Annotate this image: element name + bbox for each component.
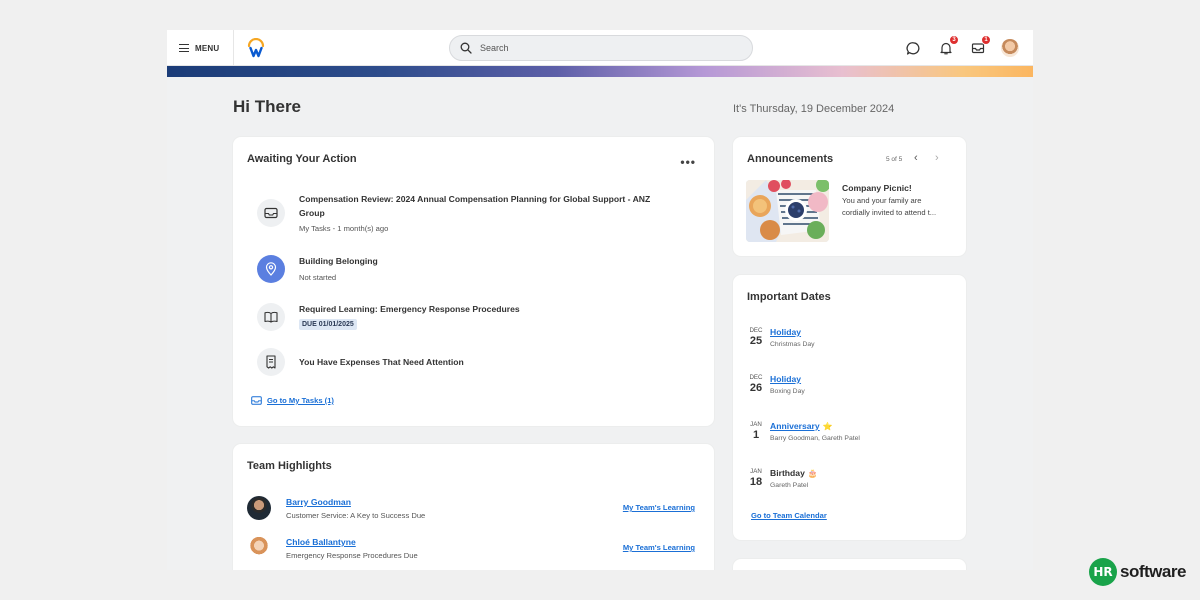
next-card-partial bbox=[733, 559, 966, 570]
page-greeting: Hi There bbox=[233, 97, 302, 116]
awaiting-action-card: Awaiting Your Action ••• Compensation Re… bbox=[233, 137, 714, 426]
chat-button[interactable] bbox=[905, 40, 921, 56]
team-member-subtitle: Emergency Response Procedures Due bbox=[286, 551, 418, 560]
announcement-text: You and your family are cordially invite… bbox=[842, 196, 937, 217]
chat-bubble-icon bbox=[905, 41, 919, 55]
team-member-name-link[interactable]: Chloé Ballantyne bbox=[286, 537, 356, 547]
date-event-link[interactable]: Holiday bbox=[770, 327, 801, 337]
team-member-name-link[interactable]: Barry Goodman bbox=[286, 497, 351, 507]
chevron-left-icon[interactable]: ‹ bbox=[914, 152, 918, 164]
task-subtitle: Not started bbox=[299, 273, 337, 282]
date-month: DEC bbox=[749, 374, 763, 381]
team-member-subtitle: Customer Service: A Key to Success Due bbox=[286, 511, 426, 520]
due-date-badge: DUE 01/01/2025 bbox=[299, 319, 357, 330]
date-event-link[interactable]: Anniversary bbox=[770, 421, 820, 431]
date-event-link[interactable]: Holiday bbox=[770, 374, 801, 384]
go-to-my-tasks-link[interactable]: Go to My Tasks (1) bbox=[251, 396, 334, 405]
hr-software-logo: HR software bbox=[1089, 558, 1186, 586]
search-input[interactable] bbox=[480, 43, 720, 53]
hamburger-icon bbox=[179, 44, 189, 52]
date-event-title: Anniversary ⭐ bbox=[770, 421, 833, 431]
hr-logo-mark: HR bbox=[1089, 558, 1117, 586]
date-day: 1 bbox=[752, 429, 760, 441]
task-title: Building Belonging bbox=[299, 256, 378, 266]
date-day: 18 bbox=[749, 476, 763, 488]
chevron-right-icon[interactable]: › bbox=[935, 152, 939, 164]
announcement-title[interactable]: Company Picnic! bbox=[842, 183, 912, 193]
date-month: JAN bbox=[750, 421, 762, 428]
inbox-button[interactable]: 1 bbox=[970, 35, 991, 56]
task-title: Compensation Review: 2024 Annual Compens… bbox=[299, 194, 651, 218]
menu-label: MENU bbox=[195, 43, 220, 53]
team-highlights-card: Team Highlights Barry Goodman Customer S… bbox=[233, 444, 714, 570]
location-pin-icon bbox=[257, 255, 285, 283]
date-day: 25 bbox=[749, 335, 763, 347]
date-event-subtitle: Gareth Patel bbox=[770, 482, 809, 489]
task-title: You Have Expenses That Need Attention bbox=[299, 357, 464, 367]
task-title: Required Learning: Emergency Response Pr… bbox=[299, 304, 520, 314]
inbox-tray-icon bbox=[251, 396, 262, 405]
date-day: 26 bbox=[749, 382, 763, 394]
receipt-icon bbox=[257, 348, 285, 376]
date-event-subtitle: Christmas Day bbox=[770, 341, 815, 348]
team-member-avatar[interactable] bbox=[247, 496, 271, 520]
inbox-count-badge: 1 bbox=[981, 35, 991, 45]
announcement-image[interactable] bbox=[746, 180, 829, 242]
search-icon bbox=[460, 42, 472, 54]
date-month: DEC bbox=[749, 327, 763, 334]
date-event-label: Birthday bbox=[770, 468, 805, 478]
user-avatar[interactable] bbox=[1001, 39, 1019, 57]
birthday-cake-icon: 🎂 bbox=[807, 468, 818, 478]
more-options-icon[interactable]: ••• bbox=[680, 155, 696, 169]
date-event-subtitle: Barry Goodman, Gareth Patel bbox=[770, 435, 860, 442]
inbox-tray-icon bbox=[257, 199, 285, 227]
go-to-team-calendar-link[interactable]: Go to Team Calendar bbox=[751, 511, 827, 520]
star-icon: ⭐ bbox=[822, 421, 833, 431]
announcement-counter: 5 of 5 bbox=[886, 156, 903, 163]
brand-gradient-stripe bbox=[167, 66, 1033, 77]
workday-app-window: MENU 3 bbox=[167, 30, 1033, 570]
announcements-card: Announcements 5 of 5 ‹ › Company Picnic!… bbox=[733, 137, 966, 256]
important-dates-card: Important Dates DEC 25 Holiday Christmas… bbox=[733, 275, 966, 540]
go-to-my-tasks-label[interactable]: Go to My Tasks (1) bbox=[267, 396, 334, 405]
date-event-subtitle: Boxing Day bbox=[770, 388, 805, 395]
notifications-count-badge: 3 bbox=[949, 35, 959, 45]
workday-logo[interactable] bbox=[247, 38, 265, 58]
hr-logo-text: software bbox=[1120, 562, 1186, 581]
my-teams-learning-link[interactable]: My Team's Learning bbox=[623, 503, 695, 512]
my-teams-learning-link[interactable]: My Team's Learning bbox=[623, 543, 695, 552]
top-navigation-bar: MENU 3 bbox=[167, 30, 1033, 66]
search-bar[interactable] bbox=[449, 35, 753, 61]
team-member-avatar[interactable] bbox=[247, 536, 271, 560]
card-title: Awaiting Your Action bbox=[247, 153, 357, 165]
notifications-button[interactable]: 3 bbox=[938, 35, 959, 56]
menu-button[interactable]: MENU bbox=[167, 30, 234, 66]
task-subtitle: My Tasks - 1 month(s) ago bbox=[299, 224, 389, 233]
card-title: Important Dates bbox=[747, 291, 831, 303]
open-book-icon bbox=[257, 303, 285, 331]
date-event-title: Birthday 🎂 bbox=[770, 468, 818, 478]
current-date: It's Thursday, 19 December 2024 bbox=[733, 103, 895, 115]
card-title: Announcements bbox=[747, 153, 834, 165]
card-title: Team Highlights bbox=[247, 460, 332, 472]
date-month: JAN bbox=[750, 468, 762, 475]
